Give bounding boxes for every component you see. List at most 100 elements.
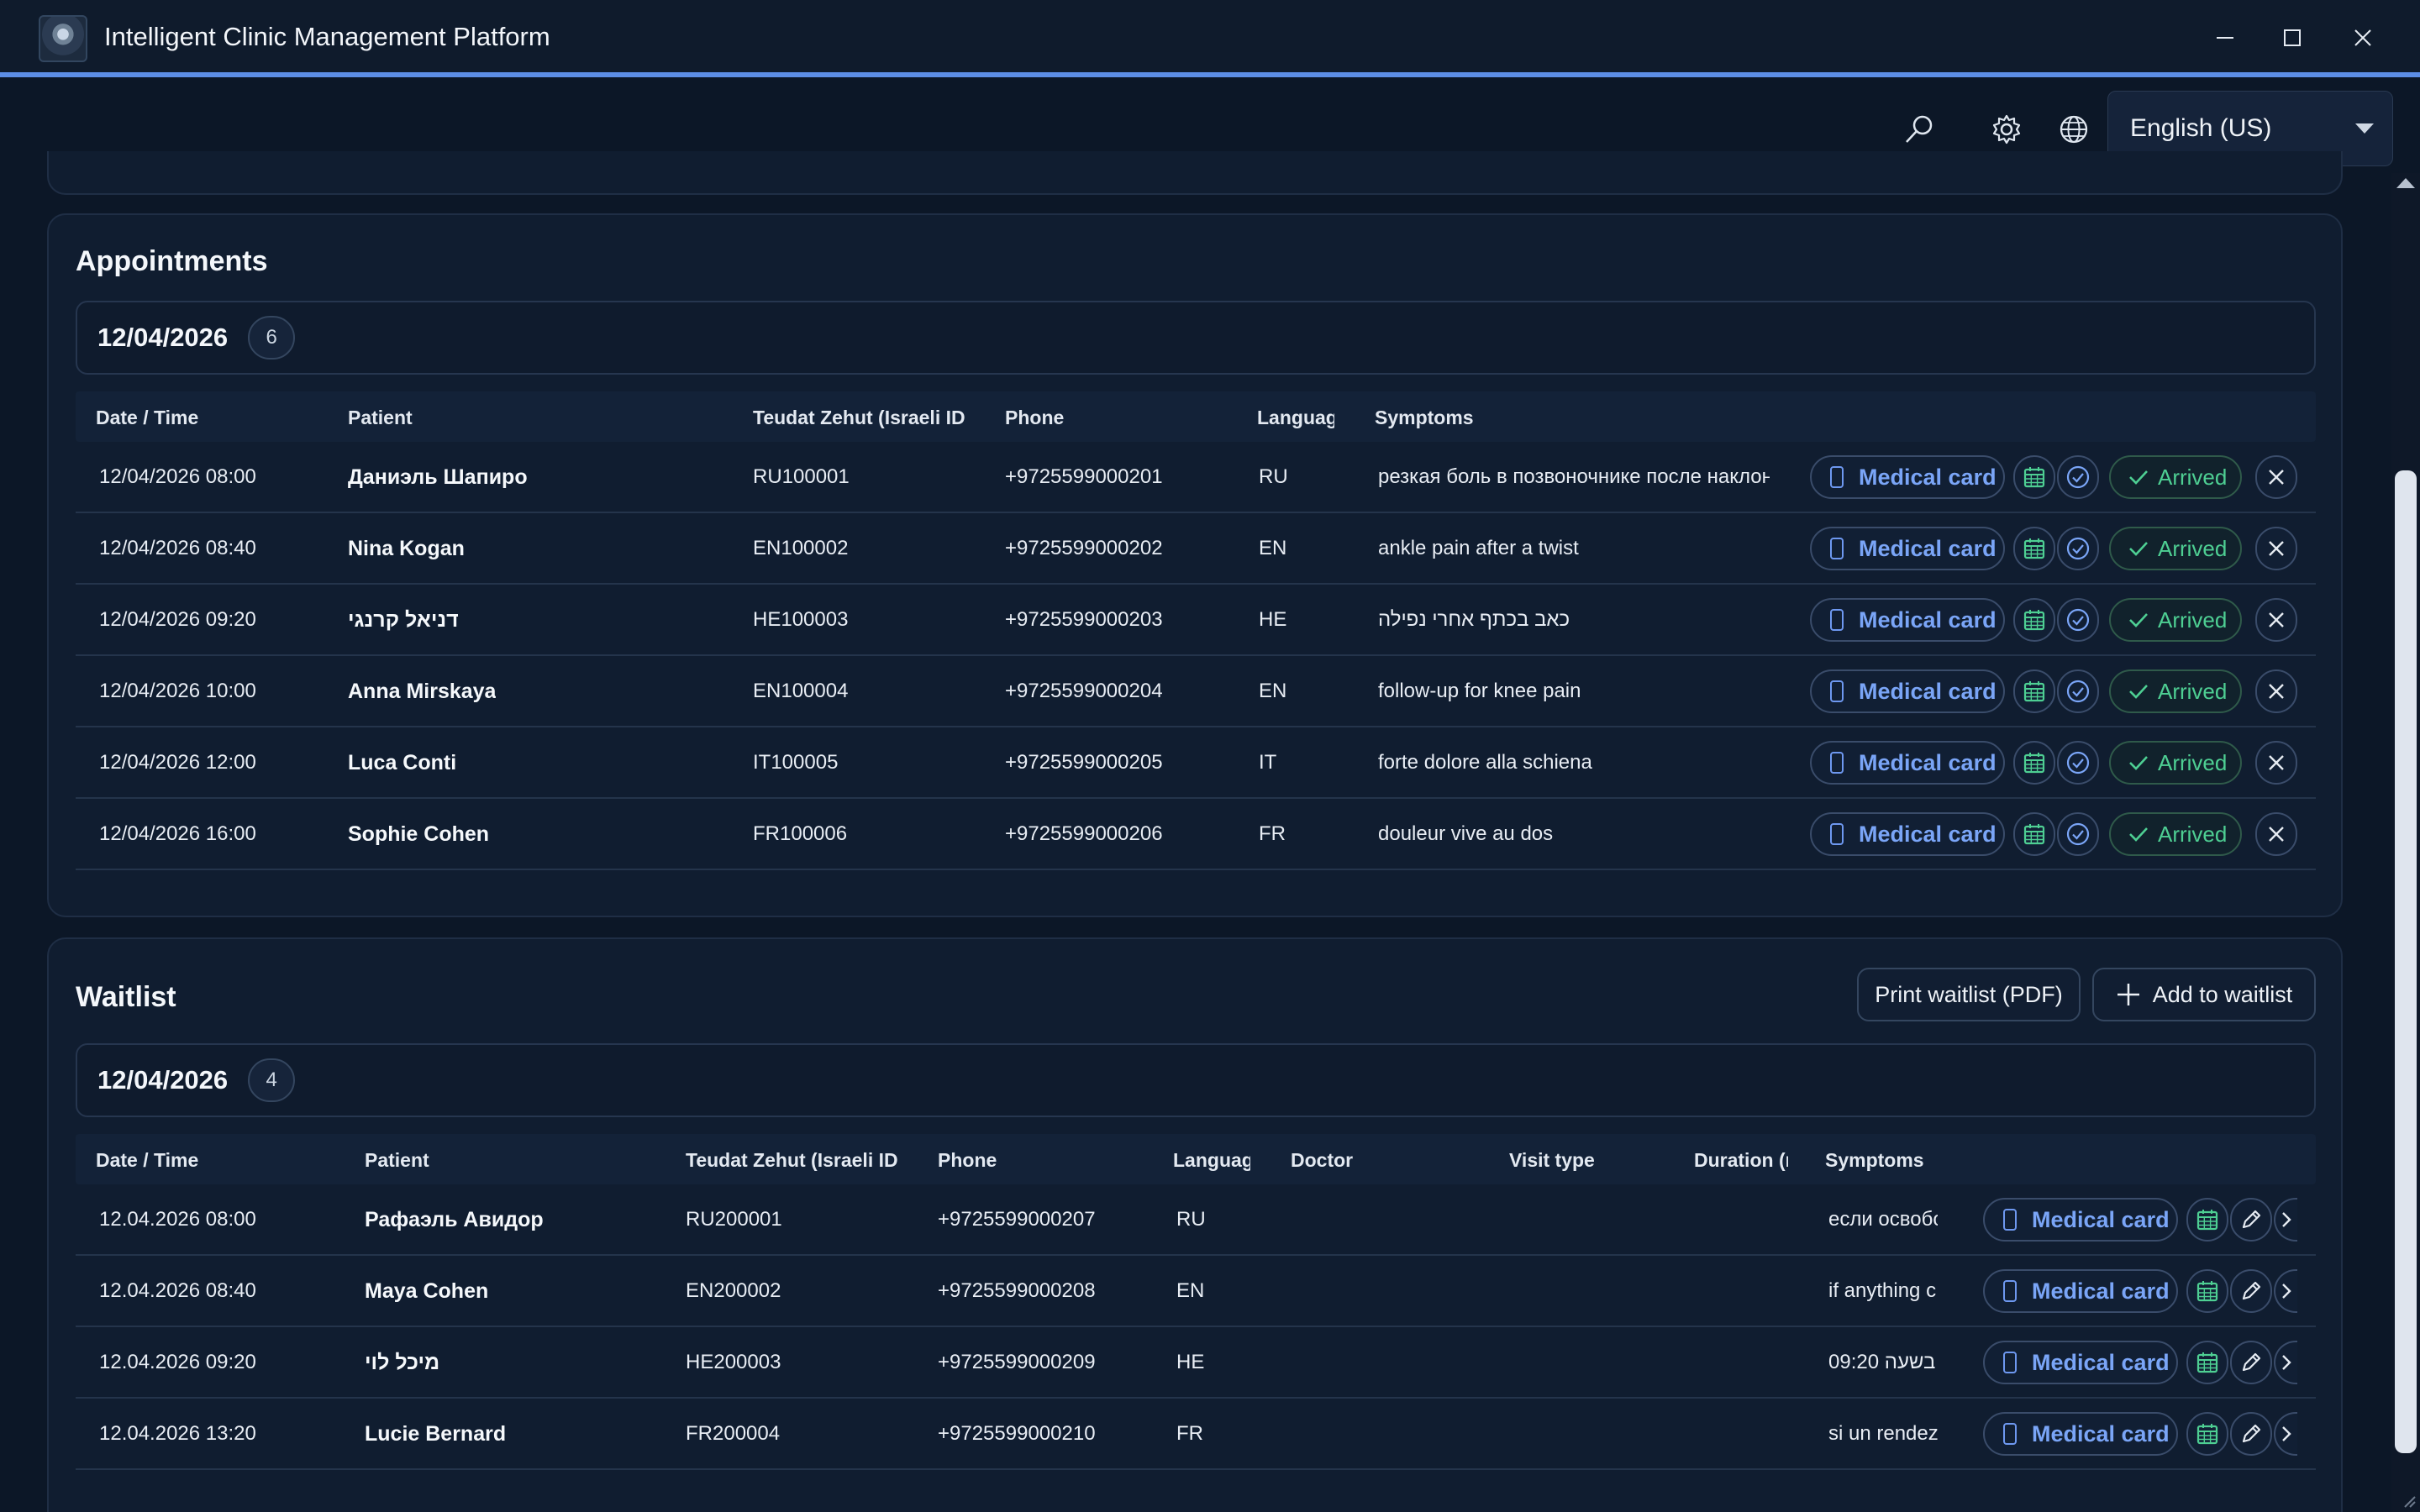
medical-card-button[interactable]: Medical card [1810, 527, 2005, 570]
edit-button[interactable] [2230, 1198, 2272, 1242]
title-bar: Intelligent Clinic Management Platform [0, 0, 2420, 77]
edit-button[interactable] [2230, 1269, 2272, 1313]
col-patient[interactable]: Patient [365, 1149, 429, 1172]
edit-button[interactable] [2230, 1412, 2272, 1456]
arrived-button[interactable]: Arrived [2109, 812, 2242, 856]
arrived-button[interactable]: Arrived [2109, 741, 2242, 785]
schedule-button[interactable] [2186, 1198, 2228, 1242]
schedule-button[interactable] [2186, 1412, 2228, 1456]
scroll-up-icon[interactable] [2396, 178, 2415, 188]
add-to-waitlist-button[interactable]: Add to waitlist [2092, 968, 2316, 1021]
cell-datetime: 12/04/2026 08:40 [99, 537, 256, 559]
resize-grip-icon[interactable] [2400, 1492, 2417, 1509]
cell-datetime: 12/04/2026 12:00 [99, 751, 256, 774]
medical-card-button[interactable]: Medical card [1983, 1341, 2178, 1384]
cancel-appointment-button[interactable] [2255, 527, 2297, 570]
pencil-icon [2242, 1210, 2261, 1229]
table-row[interactable]: 12/04/2026 09:20 דניאל קרנגי HE100003 +9725… [76, 585, 2316, 656]
confirm-button[interactable] [2057, 598, 2099, 642]
arrived-button[interactable]: Arrived [2109, 527, 2242, 570]
schedule-button[interactable] [2013, 741, 2055, 785]
arrived-button[interactable]: Arrived [2109, 669, 2242, 713]
confirm-button[interactable] [2057, 812, 2099, 856]
col-datetime[interactable]: Date / Time [96, 407, 198, 429]
confirm-button[interactable] [2057, 527, 2099, 570]
table-row[interactable]: 12/04/2026 08:40 Nina Kogan EN100002 +97255… [76, 513, 2316, 585]
col-visit-type[interactable]: Visit type [1509, 1149, 1595, 1172]
col-language[interactable]: Language [1257, 407, 1334, 429]
schedule-button[interactable] [2013, 455, 2055, 499]
minimize-button[interactable] [2200, 17, 2250, 59]
print-waitlist-button[interactable]: Print waitlist (PDF) [1857, 968, 2081, 1021]
more-actions-button[interactable] [2274, 1269, 2297, 1313]
schedule-button[interactable] [2013, 812, 2055, 856]
more-actions-button[interactable] [2274, 1198, 2297, 1242]
arrived-label: Arrived [2158, 678, 2228, 704]
col-teudat-zehut[interactable]: Teudat Zehut (Israeli ID n [686, 1149, 897, 1172]
schedule-button[interactable] [2013, 527, 2055, 570]
table-row[interactable]: 12.04.2026 08:40 Maya Cohen EN200002 +97255… [76, 1256, 2316, 1327]
cell-phone: +9725599000208 [938, 1279, 1096, 1302]
col-teudat-zehut[interactable]: Teudat Zehut (Israeli ID n [753, 407, 965, 429]
medical-card-button[interactable]: Medical card [1810, 741, 2005, 785]
scrollbar-thumb[interactable] [2395, 470, 2417, 1453]
col-symptoms[interactable]: Symptoms [1375, 407, 1474, 429]
close-window-button[interactable] [2338, 17, 2388, 59]
col-phone[interactable]: Phone [938, 1149, 997, 1172]
confirm-button[interactable] [2057, 455, 2099, 499]
table-row[interactable]: 12.04.2026 13:20 Lucie Bernard FR200004 +97… [76, 1399, 2316, 1470]
cancel-appointment-button[interactable] [2255, 455, 2297, 499]
confirm-button[interactable] [2057, 741, 2099, 785]
edit-button[interactable] [2230, 1341, 2272, 1384]
appointments-date-group[interactable]: 12/04/2026 6 [76, 301, 2316, 375]
arrived-button[interactable]: Arrived [2109, 598, 2242, 642]
col-doctor[interactable]: Doctor [1291, 1149, 1353, 1172]
cancel-appointment-button[interactable] [2255, 669, 2297, 713]
language-button[interactable] [2054, 109, 2094, 150]
medical-card-button[interactable]: Medical card [1983, 1198, 2178, 1242]
table-row[interactable]: 12.04.2026 09:20 מיכל לוי HE200003 +9725599… [76, 1327, 2316, 1399]
medical-card-button[interactable]: Medical card [1810, 455, 2005, 499]
medical-card-label: Medical card [2032, 1420, 2170, 1446]
medical-card-button[interactable]: Medical card [1810, 812, 2005, 856]
cancel-icon [2269, 612, 2284, 627]
schedule-button[interactable] [2186, 1341, 2228, 1384]
chevron-down-icon [2355, 123, 2374, 134]
col-patient[interactable]: Patient [348, 407, 413, 429]
cell-language: EN [1259, 680, 1287, 702]
settings-button[interactable] [1986, 109, 2027, 150]
table-row[interactable]: 12/04/2026 12:00 Luca Conti IT100005 +97255… [76, 727, 2316, 799]
maximize-button[interactable] [2267, 17, 2317, 59]
schedule-button[interactable] [2013, 669, 2055, 713]
confirm-button[interactable] [2057, 669, 2099, 713]
arrived-button[interactable]: Arrived [2109, 455, 2242, 499]
cancel-appointment-button[interactable] [2255, 812, 2297, 856]
more-actions-button[interactable] [2274, 1412, 2297, 1456]
col-datetime[interactable]: Date / Time [96, 1149, 198, 1172]
check-icon [2129, 613, 2148, 627]
medical-card-button[interactable]: Medical card [1983, 1269, 2178, 1313]
cell-datetime: 12.04.2026 08:00 [99, 1208, 256, 1231]
col-phone[interactable]: Phone [1005, 407, 1064, 429]
medical-card-button[interactable]: Medical card [1810, 598, 2005, 642]
table-row[interactable]: 12/04/2026 10:00 Anna Mirskaya EN100004 +97… [76, 656, 2316, 727]
schedule-button[interactable] [2186, 1269, 2228, 1313]
col-language[interactable]: Language [1173, 1149, 1250, 1172]
plus-icon [2117, 984, 2139, 1005]
cell-teudat-zehut: IT100005 [753, 751, 839, 774]
medical-card-button[interactable]: Medical card [1983, 1412, 2178, 1456]
medical-card-button[interactable]: Medical card [1810, 669, 2005, 713]
search-button[interactable] [1899, 109, 1939, 150]
table-row[interactable]: 12/04/2026 08:00 Даниэль Шапиро RU100001 +9… [76, 442, 2316, 513]
table-row[interactable]: 12.04.2026 08:00 Рафаэль Авидор RU200001 +9… [76, 1184, 2316, 1256]
calendar-icon [2023, 753, 2045, 774]
col-duration[interactable]: Duration (n [1694, 1149, 1788, 1172]
cancel-appointment-button[interactable] [2255, 741, 2297, 785]
waitlist-date-group[interactable]: 12/04/2026 4 [76, 1043, 2316, 1117]
col-symptoms[interactable]: Symptoms [1825, 1149, 1924, 1172]
more-actions-button[interactable] [2274, 1341, 2297, 1384]
cancel-appointment-button[interactable] [2255, 598, 2297, 642]
cell-teudat-zehut: HE200003 [686, 1351, 781, 1373]
schedule-button[interactable] [2013, 598, 2055, 642]
table-row[interactable]: 12/04/2026 16:00 Sophie Cohen FR100006 +972… [76, 799, 2316, 870]
